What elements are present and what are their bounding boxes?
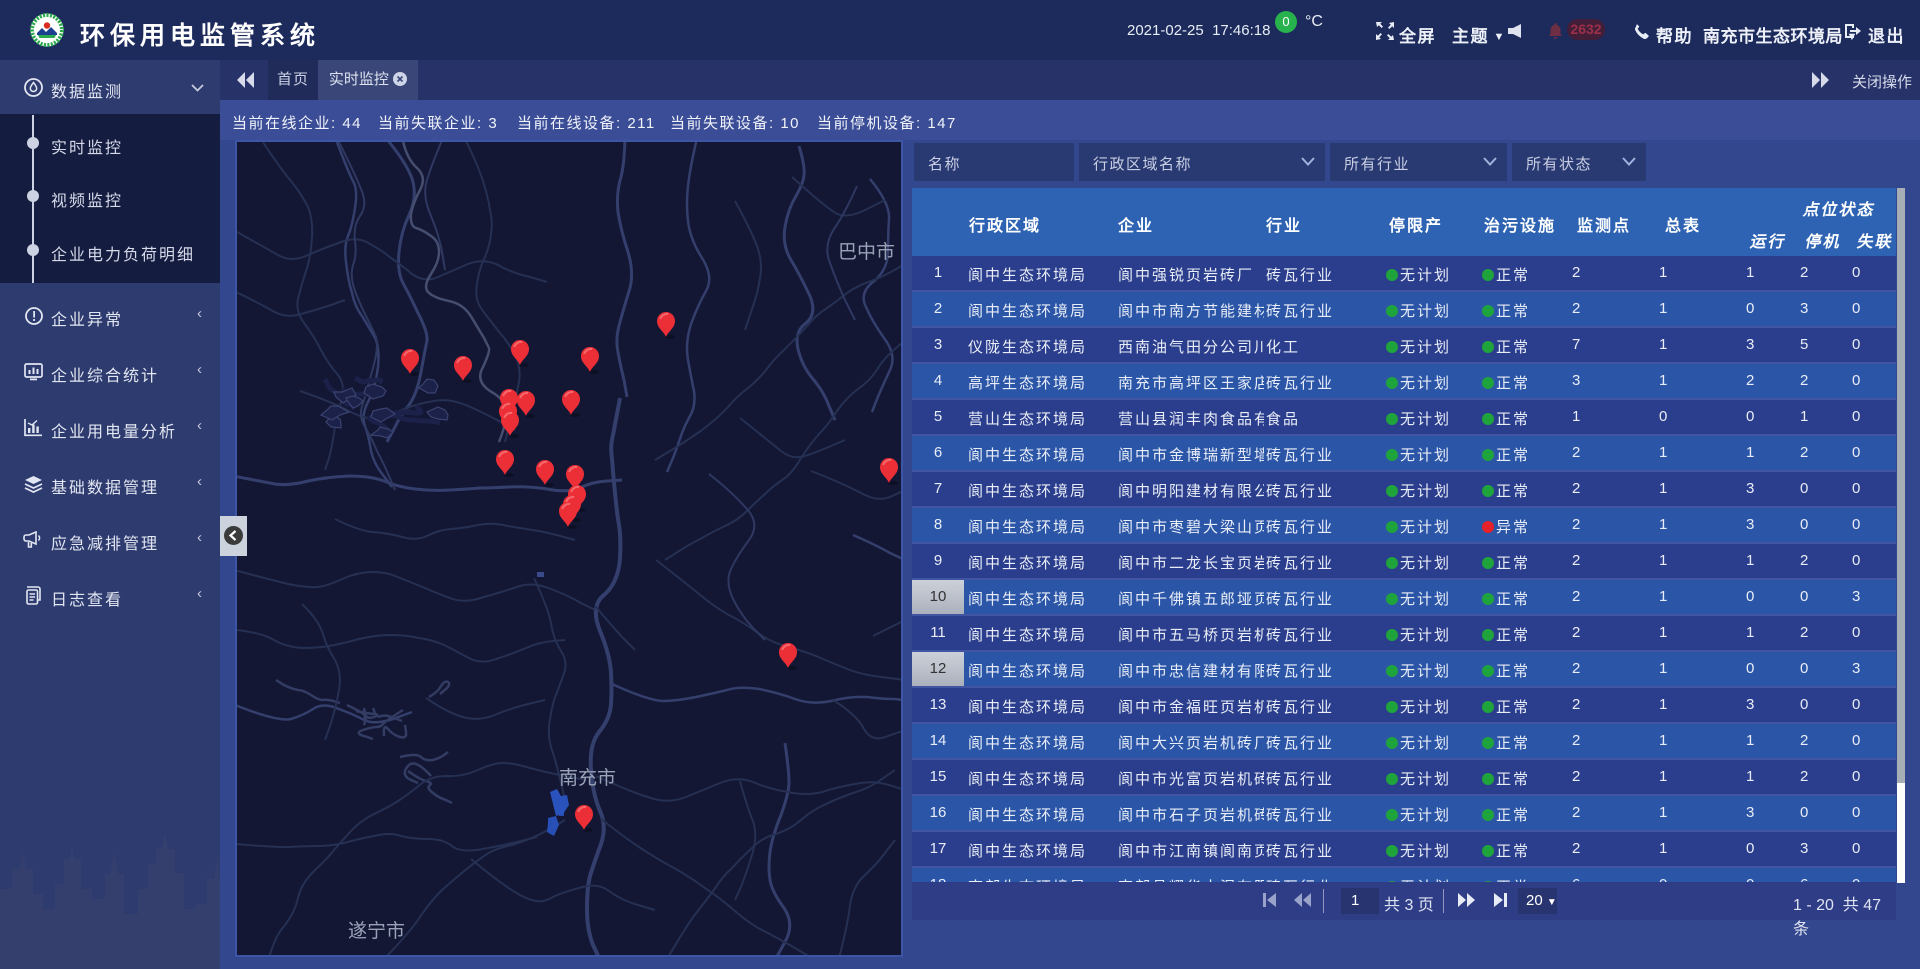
svg-text:南充市: 南充市 <box>559 767 616 789</box>
svg-text:遂宁市: 遂宁市 <box>348 920 405 942</box>
svg-text:巴中市: 巴中市 <box>838 241 895 263</box>
